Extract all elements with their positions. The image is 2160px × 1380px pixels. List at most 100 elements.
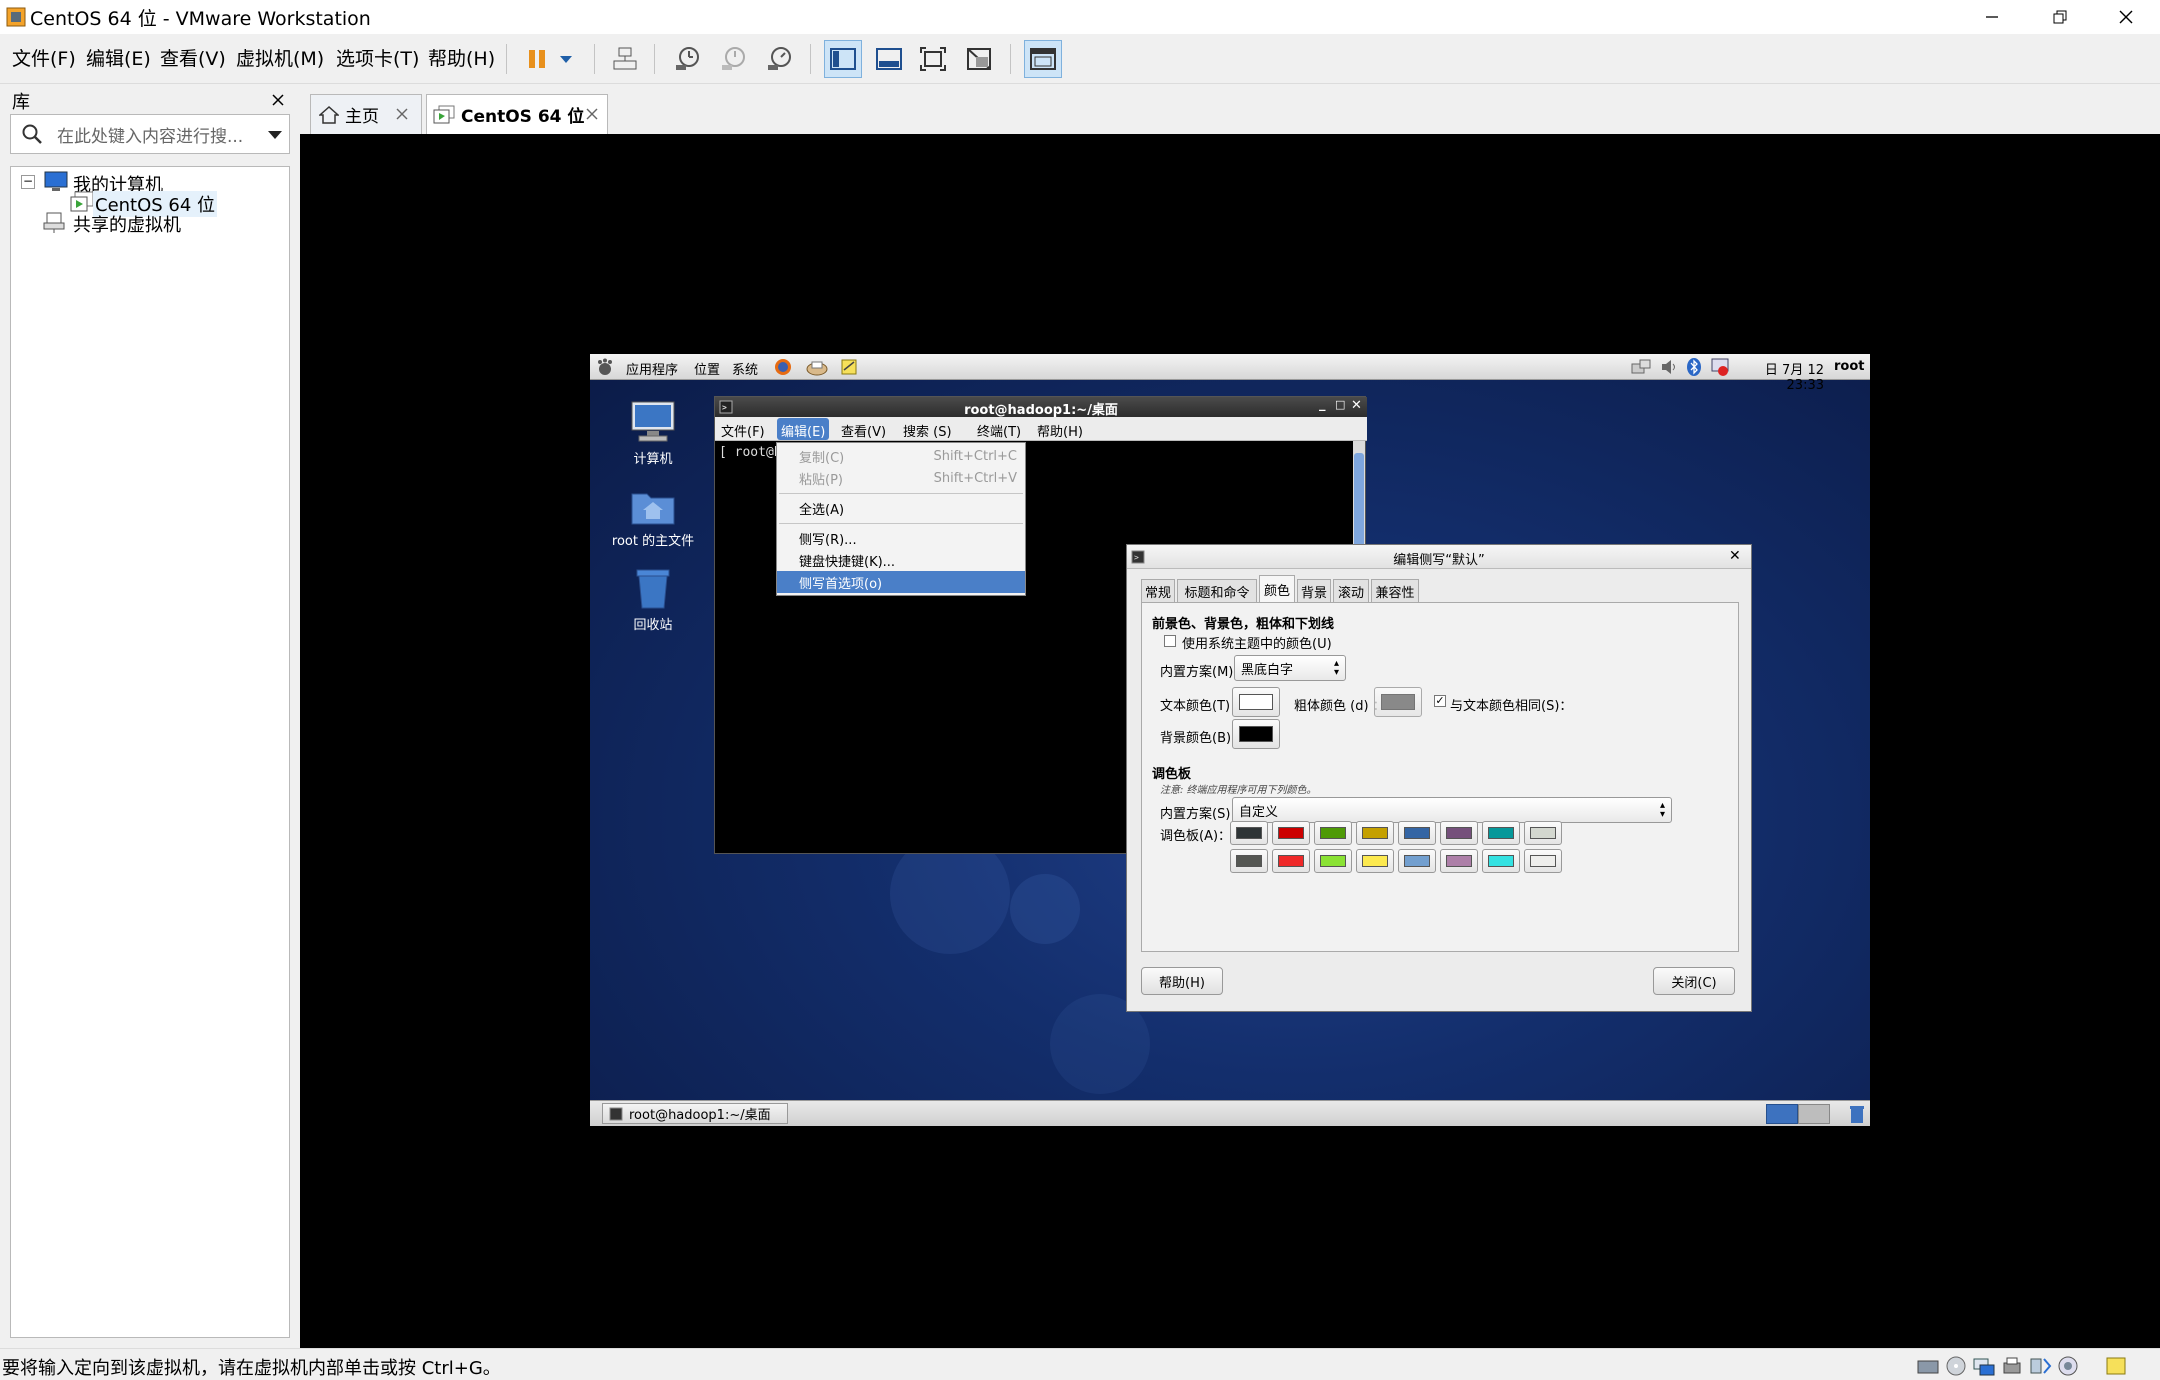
close-button[interactable]: 关闭(C)	[1653, 967, 1735, 995]
notes-icon[interactable]	[840, 358, 858, 376]
palette-color-button[interactable]	[1230, 821, 1268, 845]
palette-color-button[interactable]	[1230, 849, 1268, 873]
trash-icon[interactable]	[1848, 1104, 1866, 1124]
palette-color-button[interactable]	[1440, 821, 1478, 845]
menu-item-profile-preferences[interactable]: 侧写首选项(o)	[777, 571, 1025, 593]
menu-help[interactable]: 帮助(H)	[428, 44, 495, 71]
menu-file[interactable]: 文件(F)	[12, 44, 76, 71]
usb-icon[interactable]	[2028, 1355, 2052, 1377]
dialog-tab-compatibility[interactable]: 兼容性	[1371, 579, 1419, 603]
dialog-tab-scrolling[interactable]: 滚动	[1333, 579, 1369, 603]
panel-clock[interactable]: 日 7月 12 23:33	[1724, 359, 1824, 393]
palette-scheme-select[interactable]: 自定义 ▴ ▾	[1232, 797, 1672, 823]
terminal-menu-search[interactable]: 搜索 (S)	[903, 421, 952, 440]
builtin-scheme-select[interactable]: 黑底白字 ▴ ▾	[1234, 655, 1346, 681]
network-icon[interactable]	[1630, 358, 1652, 376]
unity-mode-button[interactable]	[960, 40, 998, 78]
menu-item-profiles[interactable]: 侧写(R)...	[777, 527, 1025, 549]
palette-color-button[interactable]	[1524, 849, 1562, 873]
volume-icon[interactable]	[1660, 358, 1678, 376]
use-system-colors-checkbox[interactable]	[1164, 635, 1176, 647]
desktop-icon-computer[interactable]: 计算机	[598, 400, 708, 467]
bg-color-button[interactable]	[1232, 719, 1280, 749]
terminal-menu-view[interactable]: 查看(V)	[841, 421, 886, 440]
palette-color-button[interactable]	[1398, 849, 1436, 873]
palette-color-button[interactable]	[1398, 821, 1436, 845]
cd-rom-icon[interactable]	[1944, 1355, 1968, 1377]
terminal-titlebar[interactable]: > root@hadoop1:~/桌面 _ □ ✕	[715, 397, 1367, 418]
mail-icon[interactable]	[806, 358, 828, 376]
minimize-button[interactable]	[1962, 0, 2022, 34]
hard-disk-icon[interactable]	[1916, 1355, 1940, 1377]
terminal-minimize-button[interactable]: _	[1319, 397, 1326, 412]
palette-color-button[interactable]	[1482, 849, 1520, 873]
palette-color-button[interactable]	[1272, 821, 1310, 845]
pause-button[interactable]	[518, 40, 556, 78]
palette-color-button[interactable]	[1356, 849, 1394, 873]
tab-centos[interactable]: CentOS 64 位	[426, 94, 608, 134]
panel-menu-applications[interactable]: 应用程序	[626, 359, 678, 378]
library-close-icon[interactable]	[270, 92, 286, 108]
palette-color-button[interactable]	[1272, 849, 1310, 873]
chevron-down-icon[interactable]	[267, 129, 283, 141]
panel-menu-places[interactable]: 位置	[694, 359, 720, 378]
printer-icon[interactable]	[2000, 1355, 2024, 1377]
send-ctrl-alt-del-button[interactable]	[606, 40, 644, 78]
restore-button[interactable]	[2030, 0, 2090, 34]
workspace-1[interactable]	[1766, 1104, 1798, 1124]
menu-item-keyboard-shortcuts[interactable]: 键盘快捷键(K)...	[777, 549, 1025, 571]
dialog-tab-title-command[interactable]: 标题和命令	[1177, 579, 1257, 603]
menu-edit[interactable]: 编辑(E)	[86, 44, 151, 71]
tab-close-icon[interactable]	[395, 107, 409, 121]
terminal-close-button[interactable]: ✕	[1351, 398, 1362, 413]
sound-card-icon[interactable]	[2056, 1355, 2080, 1377]
palette-color-button[interactable]	[1314, 821, 1352, 845]
palette-color-button[interactable]	[1314, 849, 1352, 873]
workspace-2[interactable]	[1798, 1104, 1830, 1124]
console-view-button[interactable]	[1024, 40, 1062, 78]
panel-menu-system[interactable]: 系统	[732, 359, 758, 378]
snapshot-manager-button[interactable]	[760, 40, 798, 78]
firefox-icon[interactable]	[774, 358, 792, 376]
dialog-tab-colors[interactable]: 颜色	[1259, 575, 1295, 603]
show-library-button[interactable]	[824, 40, 862, 78]
palette-color-button[interactable]	[1482, 821, 1520, 845]
terminal-menu-edit[interactable]: 编辑(E)	[777, 418, 830, 440]
menu-tabs[interactable]: 选项卡(T)	[336, 44, 419, 71]
palette-color-button[interactable]	[1440, 849, 1478, 873]
message-log-icon[interactable]	[2104, 1355, 2128, 1377]
menu-item-paste[interactable]: 粘贴(P) Shift+Ctrl+V	[777, 467, 1025, 489]
panel-user[interactable]: root	[1834, 359, 1865, 374]
power-dropdown-button[interactable]	[552, 40, 580, 78]
full-screen-button[interactable]	[914, 40, 952, 78]
menu-item-select-all[interactable]: 全选(A)	[777, 497, 1025, 519]
desktop-icon-trash[interactable]: 回收站	[598, 566, 708, 633]
terminal-menu-file[interactable]: 文件(F)	[721, 421, 765, 440]
help-button[interactable]: 帮助(H)	[1141, 967, 1223, 995]
bold-color-button[interactable]	[1374, 687, 1422, 717]
terminal-maximize-button[interactable]: □	[1335, 398, 1345, 411]
palette-color-button[interactable]	[1356, 821, 1394, 845]
dialog-close-button[interactable]: ✕	[1729, 548, 1741, 564]
text-color-button[interactable]	[1232, 687, 1280, 717]
guest-desktop[interactable]: 应用程序 位置 系统 日 7月 12 23:33 root 计算机 root 的…	[590, 354, 1870, 1126]
desktop-icon-home[interactable]: root 的主文件	[598, 486, 708, 549]
menu-item-copy[interactable]: 复制(C) Shift+Ctrl+C	[777, 445, 1025, 467]
taskbar-terminal-button[interactable]: root@hadoop1:~/桌面	[602, 1103, 788, 1124]
search-input[interactable]: 在此处键入内容进行搜...	[57, 122, 243, 147]
terminal-menu-help[interactable]: 帮助(H)	[1037, 421, 1083, 440]
tab-home[interactable]: 主页	[310, 94, 422, 134]
tree-item-shared[interactable]: 共享的虚拟机	[73, 211, 181, 237]
menu-view[interactable]: 查看(V)	[160, 44, 226, 71]
bluetooth-icon[interactable]	[1686, 357, 1702, 377]
network-adapter-icon[interactable]	[1972, 1355, 1996, 1377]
tab-close-icon[interactable]	[585, 107, 599, 121]
same-as-text-checkbox[interactable]: ✓	[1434, 695, 1446, 707]
close-window-button[interactable]	[2096, 0, 2156, 34]
tree-collapse-toggle[interactable]: −	[21, 175, 35, 189]
dialog-titlebar[interactable]: > 编辑侧写“默认” ✕	[1127, 545, 1751, 569]
dialog-tab-general[interactable]: 常规	[1141, 579, 1175, 603]
dialog-tab-background[interactable]: 背景	[1297, 579, 1331, 603]
terminal-menu-terminal[interactable]: 终端(T)	[977, 421, 1021, 440]
thumbnail-bar-button[interactable]	[870, 40, 908, 78]
